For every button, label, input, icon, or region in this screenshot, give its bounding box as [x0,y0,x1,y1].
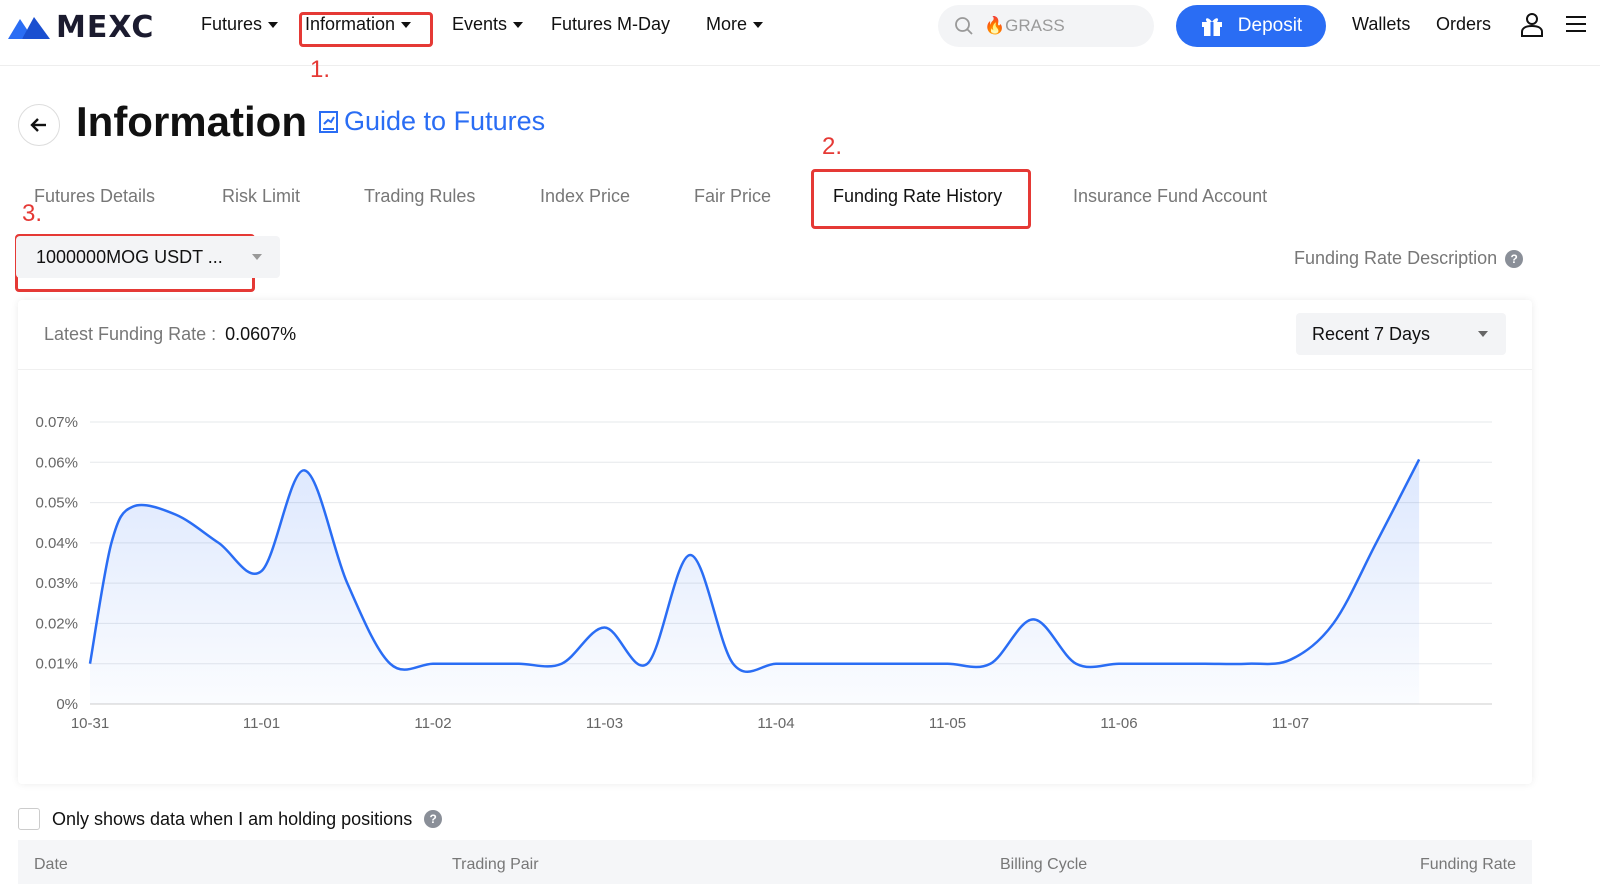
tab-funding-rate-history[interactable]: Funding Rate History [833,186,1002,207]
orders-link[interactable]: Orders [1436,14,1491,35]
x-tick-label: 11-07 [1272,715,1309,732]
wallets-link[interactable]: Wallets [1352,14,1410,35]
x-tick-label: 11-05 [929,715,966,732]
time-range-select[interactable]: Recent 7 Days [1296,313,1506,355]
y-tick-label: 0.06% [35,454,78,471]
tab-index-price[interactable]: Index Price [540,186,630,207]
logo-text: MEXC [56,9,155,45]
page-title: Information [76,98,307,145]
holding-positions-filter[interactable]: Only shows data when I am holding positi… [18,808,443,830]
latest-funding-rate-label: Latest Funding Rate : [44,324,217,344]
guide-book-icon [319,110,338,133]
y-tick-label: 0.04% [35,535,78,552]
column-header-trading-pair: Trading Pair [452,856,539,873]
tab-futures-details[interactable]: Futures Details [34,186,155,207]
x-tick-label: 11-02 [414,715,451,732]
search-icon [955,17,973,35]
x-tick-label: 11-04 [757,715,794,732]
caret-down-icon [1478,331,1488,337]
nav-futures-mday-label: Futures M-Day [551,14,671,34]
trading-pair-select[interactable]: 1000000MOG USDT ... [16,236,280,278]
table-header: Date Trading Pair Billing Cycle Funding … [18,840,1532,884]
nav-futures-mday[interactable]: Futures M-Day [551,14,670,35]
column-header-billing-cycle: Billing Cycle [1000,856,1088,873]
latest-funding-rate-value: 0.0607% [225,324,297,344]
back-button[interactable] [18,104,60,146]
annotation-box-1 [299,12,433,47]
time-range-value: Recent 7 Days [1312,323,1431,344]
gift-icon [1201,18,1222,36]
tab-trading-rules[interactable]: Trading Rules [364,186,475,207]
caret-down-icon [753,21,764,28]
user-icon[interactable] [1520,12,1544,43]
y-tick-label: 0.07% [35,414,78,431]
deposit-button[interactable]: Deposit [1176,5,1326,47]
guide-to-futures-link[interactable]: Guide to Futures [318,106,545,137]
y-tick-label: 0.02% [35,615,78,632]
x-tick-label: 11-03 [586,715,623,732]
annotation-label-2: 2. [822,133,843,160]
holding-positions-label: Only shows data when I am holding positi… [52,808,413,829]
x-tick-label: 11-06 [1100,715,1137,732]
mexc-logo-icon [8,17,50,39]
caret-down-icon [252,254,262,260]
tab-risk-limit[interactable]: Risk Limit [222,186,300,207]
y-tick-label: 0% [56,696,78,713]
column-header-funding-rate: Funding Rate [1419,856,1516,873]
help-icon: ? [424,810,443,828]
nav-futures[interactable]: Futures [201,14,279,35]
y-tick-label: 0.01% [35,656,78,673]
funding-rate-card: Latest Funding Rate : 0.0607% Recent 7 D… [18,300,1532,784]
funding-rate-description-link[interactable]: Funding Rate Description ? [1294,248,1524,269]
trading-pair-value: 1000000MOG USDT ... [36,246,223,267]
annotation-label-1: 1. [310,56,331,83]
nav-events-label: Events [452,14,508,34]
caret-down-icon [268,21,279,28]
holding-positions-checkbox[interactable] [18,808,40,830]
funding-rate-description-label: Funding Rate Description [1294,248,1498,268]
arrow-left-icon [30,118,46,132]
help-icon: ? [1505,249,1524,268]
top-nav: MEXC Futures Information Events Futures … [0,0,1600,66]
nav-events[interactable]: Events [452,14,524,35]
search-input[interactable] [984,16,1134,36]
tab-insurance-fund-account[interactable]: Insurance Fund Account [1073,186,1267,207]
funding-rate-chart: 0% 0.01% 0.02% 0.03% 0.04% 0.05% 0.06% 0.07% 10-… [35,414,1492,732]
caret-down-icon [513,21,524,28]
mexc-logo[interactable]: MEXC [8,9,155,45]
nav-futures-label: Futures [201,14,263,34]
menu-icon[interactable] [1566,15,1586,38]
x-tick-label: 10-31 [71,715,109,732]
guide-link-label: Guide to Futures [344,106,546,136]
y-tick-label: 0.05% [35,495,78,512]
deposit-label: Deposit [1237,15,1303,36]
search-bar[interactable] [938,5,1154,47]
card-header: Latest Funding Rate : 0.0607% Recent 7 D… [18,300,1532,370]
latest-funding-rate: Latest Funding Rate : 0.0607% [44,324,296,345]
tab-fair-price[interactable]: Fair Price [694,186,771,207]
column-header-date: Date [34,856,68,873]
nav-more-label: More [706,14,748,34]
y-tick-label: 0.03% [35,575,78,592]
x-tick-label: 11-01 [243,715,280,732]
nav-more[interactable]: More [706,14,764,35]
